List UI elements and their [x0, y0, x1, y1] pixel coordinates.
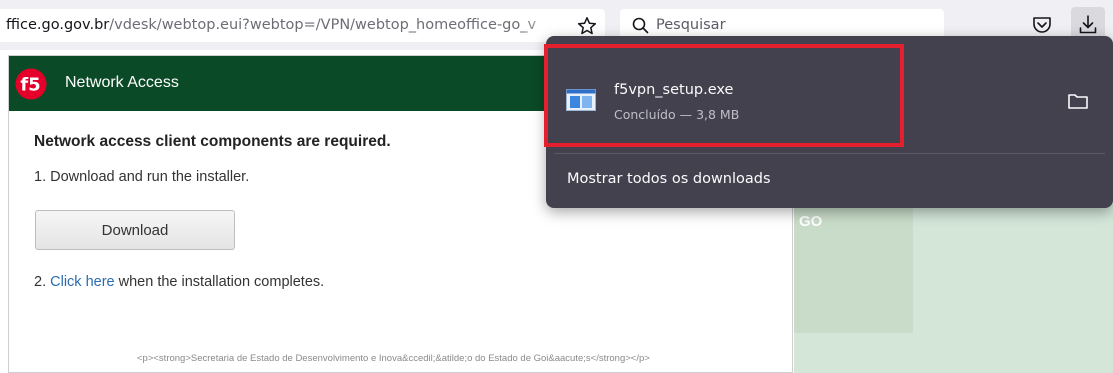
url-bar[interactable]: ffice.go.gov.br/vdesk/webtop.eui?webtop=… — [0, 9, 605, 42]
side-go-label: GO — [799, 213, 823, 230]
download-button[interactable]: Download — [35, 210, 235, 250]
f5-logo: f5 — [15, 68, 47, 100]
step-2-number: 2. — [34, 274, 47, 290]
network-access-title: Network Access — [65, 74, 179, 91]
show-all-downloads[interactable]: Mostrar todos os downloads — [567, 171, 771, 187]
download-item-highlight — [544, 44, 904, 147]
search-icon — [632, 17, 649, 34]
step-2-suffix: when the installation completes. — [118, 274, 325, 290]
pocket-icon[interactable] — [1031, 14, 1053, 36]
url-host: ffice.go.gov.br — [6, 17, 110, 33]
required-message: Network access client components are req… — [34, 133, 391, 150]
star-icon[interactable] — [577, 16, 597, 36]
panel-separator — [554, 153, 1105, 154]
f5-logo-text: f5 — [20, 75, 40, 96]
click-here-link[interactable]: Click here — [50, 274, 114, 290]
download-icon — [1079, 15, 1097, 34]
footer-text: <p><strong>Secretaria de Estado de Desen… — [137, 353, 650, 364]
step-1-text: 1. Download and run the installer. — [34, 169, 250, 185]
url-text: ffice.go.gov.br/vdesk/webtop.eui?webtop=… — [6, 9, 566, 42]
url-path: /vdesk/webtop.eui?webtop=/VPN/webtop_hom… — [109, 17, 537, 33]
step-2-text: 2. Click here when the installation comp… — [34, 274, 324, 290]
folder-icon[interactable] — [1067, 91, 1089, 111]
